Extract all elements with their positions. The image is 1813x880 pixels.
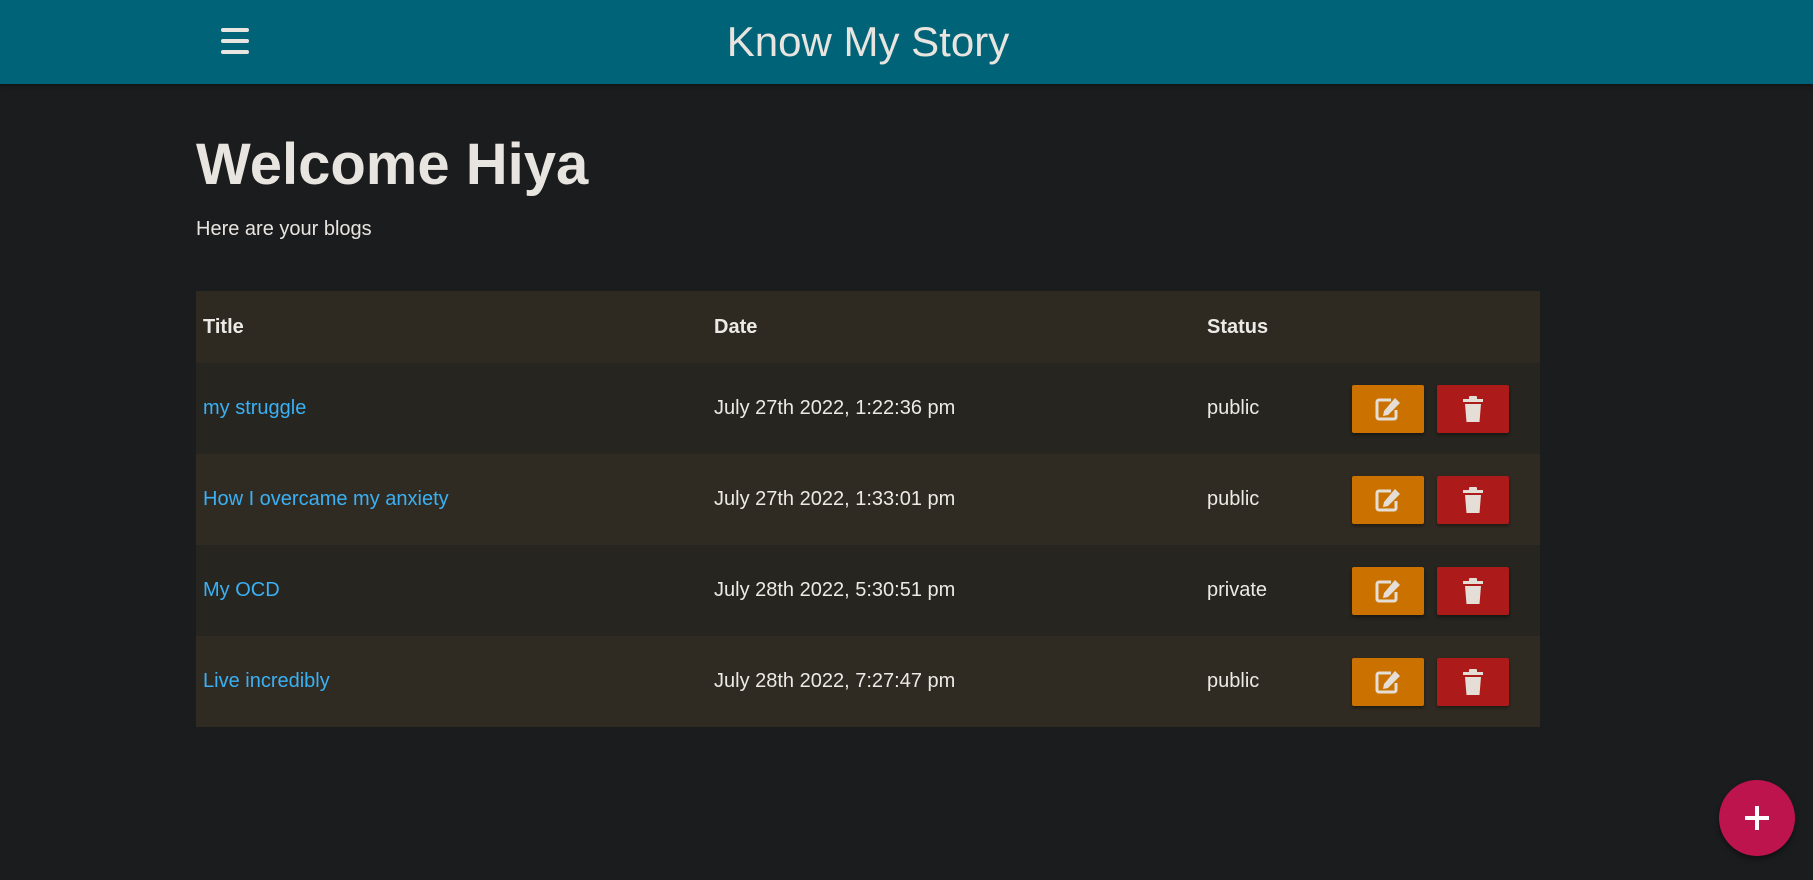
plus-icon [1745, 806, 1769, 830]
trash-icon [1463, 486, 1483, 513]
column-header-title: Title [196, 291, 707, 363]
top-navbar: Know My Story [0, 0, 1813, 84]
edit-button[interactable] [1352, 384, 1424, 433]
blog-title-link[interactable]: Live incredibly [203, 670, 330, 692]
delete-button[interactable] [1437, 384, 1509, 433]
page-title: Welcome Hiya [196, 132, 589, 197]
blog-status: public [1200, 636, 1345, 727]
edit-icon [1375, 670, 1400, 693]
blog-date: July 27th 2022, 1:33:01 pm [707, 454, 1200, 545]
blog-status: public [1200, 454, 1345, 545]
page-subtitle: Here are your blogs [196, 218, 372, 240]
trash-icon [1463, 577, 1483, 604]
trash-icon [1463, 395, 1483, 422]
add-blog-button[interactable] [1719, 780, 1795, 856]
row-actions [1345, 545, 1540, 636]
row-actions [1345, 636, 1540, 727]
column-header-date: Date [707, 291, 1200, 363]
delete-button[interactable] [1437, 475, 1509, 524]
blog-title-link[interactable]: My OCD [203, 579, 280, 601]
blogs-table: Title Date Status my struggle July 27th … [196, 291, 1540, 727]
edit-button[interactable] [1352, 657, 1424, 706]
blog-date: July 28th 2022, 5:30:51 pm [707, 545, 1200, 636]
blog-date: July 27th 2022, 1:22:36 pm [707, 363, 1200, 454]
table-row: Live incredibly July 28th 2022, 7:27:47 … [196, 636, 1540, 727]
trash-icon [1463, 668, 1483, 695]
edit-button[interactable] [1352, 475, 1424, 524]
column-header-actions [1345, 291, 1540, 363]
table-row: How I overcame my anxiety July 27th 2022… [196, 454, 1540, 545]
edit-icon [1375, 579, 1400, 602]
table-row: my struggle July 27th 2022, 1:22:36 pm p… [196, 363, 1540, 454]
blog-title-link[interactable]: my struggle [203, 397, 306, 419]
row-actions [1345, 363, 1540, 454]
delete-button[interactable] [1437, 657, 1509, 706]
row-actions [1345, 454, 1540, 545]
blog-status: public [1200, 363, 1345, 454]
delete-button[interactable] [1437, 566, 1509, 615]
blog-status: private [1200, 545, 1345, 636]
edit-icon [1375, 397, 1400, 420]
blog-date: July 28th 2022, 7:27:47 pm [707, 636, 1200, 727]
app-title: Know My Story [726, 18, 1010, 65]
table-row: My OCD July 28th 2022, 5:30:51 pm privat… [196, 545, 1540, 636]
edit-icon [1375, 488, 1400, 511]
main-content: Welcome Hiya Here are your blogs Title D… [196, 84, 1540, 727]
edit-button[interactable] [1352, 566, 1424, 615]
blog-title-link[interactable]: How I overcame my anxiety [203, 488, 449, 510]
table-header-row: Title Date Status [196, 291, 1540, 363]
column-header-status: Status [1200, 291, 1345, 363]
